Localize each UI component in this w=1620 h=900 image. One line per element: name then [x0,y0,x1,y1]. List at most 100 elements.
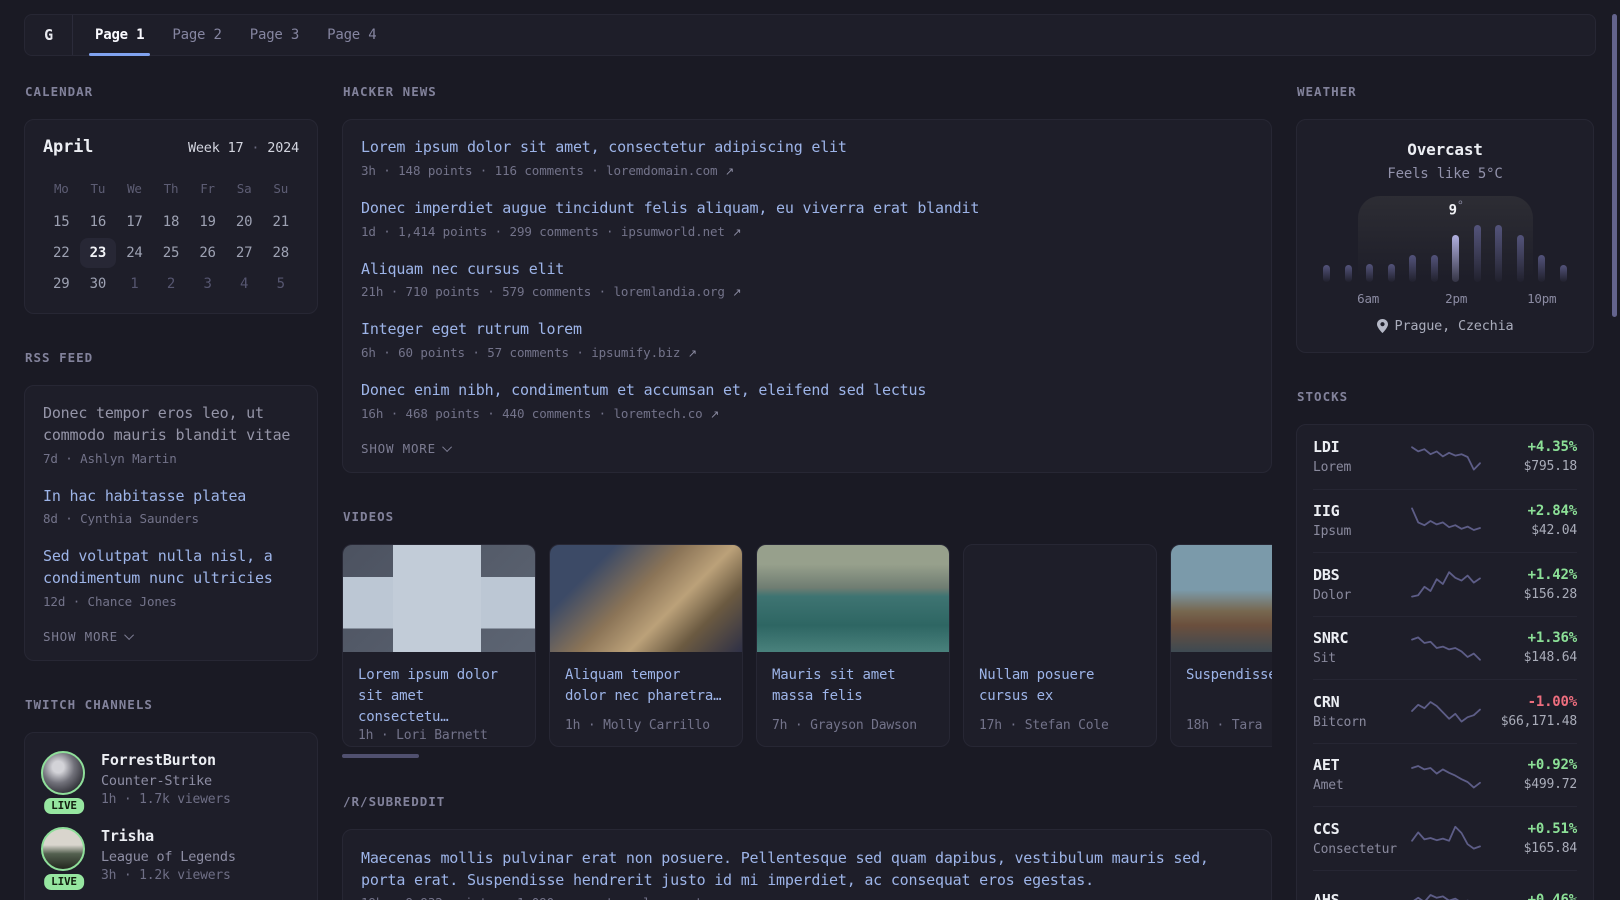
twitch-channel-row[interactable]: LIVE ForrestBurton Counter-Strike 1h · 1… [41,750,301,814]
twitch-channel-name[interactable]: ForrestBurton [101,751,231,769]
stock-row[interactable]: DBS Dolor +1.42% $156.28 [1313,552,1577,616]
video-card[interactable]: Lorem ipsum dolor sit amet consectetu… 1… [342,543,536,747]
videos-carousel[interactable]: Lorem ipsum dolor sit amet consectetu… 1… [342,543,1272,747]
calendar-day[interactable]: 26 [189,238,226,268]
subreddit-card: Maecenas mollis pulvinar erat non posuer… [342,828,1272,900]
hn-show-more-button[interactable]: SHOW MORE [361,441,1253,456]
video-title[interactable]: Nullam posuere cursus ex [964,652,1156,707]
calendar-card: April Week 17 · 2024 Mo Tu We Th Fr Sa S… [24,119,318,314]
calendar-day-next-month[interactable]: 4 [226,269,263,299]
calendar-day[interactable]: 22 [43,238,80,268]
stock-row[interactable]: LDI Lorem +4.35% $795.18 [1313,425,1577,489]
tab-page-4[interactable]: Page 4 [313,15,390,55]
tab-page-1[interactable]: Page 1 [81,15,158,56]
rss-item-title[interactable]: In hac habitasse platea [43,486,299,508]
rss-item-meta: 12d · Chance Jones [43,593,177,609]
stock-change: +0.46% [1527,891,1578,900]
calendar-day[interactable]: 18 [153,207,190,237]
calendar-day[interactable]: 25 [153,238,190,268]
page-scrollbar[interactable] [1612,14,1617,317]
day-header: Fr [200,181,215,196]
stock-sparkline [1411,446,1481,471]
hn-section-label: HACKER NEWS [343,84,437,99]
video-card[interactable]: Aliquam tempor dolor nec pharetra… 1h · … [549,543,743,747]
calendar-day[interactable]: 28 [262,238,299,268]
day-header: Mo [53,181,69,196]
weather-section-label: WEATHER [1297,84,1357,99]
hn-item-title[interactable]: Lorem ipsum dolor sit amet, consectetur … [361,137,1253,159]
reddit-post-title[interactable]: Maecenas mollis pulvinar erat non posuer… [361,848,1253,892]
video-title[interactable]: Aliquam tempor dolor nec pharetra… [550,652,742,707]
hn-item-title[interactable]: Integer eget rutrum lorem [361,319,1253,341]
twitch-channel-row[interactable]: LIVE Trisha League of Legends 3h · 1.2k … [41,826,301,890]
tab-page-3[interactable]: Page 3 [236,15,313,55]
stock-name: Bitcorn [1313,714,1367,730]
twitch-channel-name[interactable]: Trisha [101,827,236,845]
stock-row[interactable]: AHS +0.46% [1313,869,1578,900]
video-card[interactable]: Nullam posuere cursus ex 17h · Stefan Co… [963,543,1157,747]
calendar-day-next-month[interactable]: 1 [116,269,153,299]
stock-price: $66,171.48 [1500,713,1577,729]
hn-item-title[interactable]: Donec imperdiet augue tincidunt felis al… [361,198,1253,220]
twitch-channel-category[interactable]: Counter-Strike [101,773,231,789]
calendar-day[interactable]: 17 [116,207,153,237]
video-thumbnail[interactable] [343,544,535,652]
calendar-day[interactable]: 24 [116,238,153,268]
video-thumbnail[interactable] [1171,544,1272,652]
weather-location[interactable]: Prague, Czechia [1319,318,1571,334]
calendar-day[interactable]: 21 [262,207,299,237]
chevron-down-icon [442,441,452,452]
calendar-day[interactable]: 29 [43,269,80,299]
external-link-icon: ↗ [724,164,734,178]
stock-row[interactable]: CRN Bitcorn -1.00% $66,171.48 [1313,679,1577,743]
calendar-day-next-month[interactable]: 5 [262,269,299,299]
calendar-day[interactable]: 20 [226,207,263,237]
video-title[interactable]: Mauris sit amet massa felis [757,652,949,707]
video-thumbnail[interactable] [550,544,742,652]
temp-bar [1473,225,1481,282]
rss-item-title[interactable]: Sed volutpat nulla nisl, a condimentum n… [43,546,299,590]
stock-change: +1.36% [1527,630,1578,647]
calendar-widget: CALENDAR April Week 17 · 2024 Mo Tu We T… [24,84,318,314]
stock-row[interactable]: CCS Consectetur +0.51% $165.84 [1313,806,1577,870]
video-title[interactable]: Lorem ipsum dolor sit amet consectetu… [343,652,535,728]
rss-item-meta: 7d · Ashlyn Martin [43,450,177,466]
stock-change: +0.51% [1527,820,1578,837]
hn-item-title[interactable]: Donec enim nibh, condimentum et accumsan… [361,380,1253,402]
temp-bar [1516,235,1524,282]
stock-sparkline [1412,893,1470,900]
external-link-icon: ↗ [732,286,742,300]
video-title[interactable]: Suspendisse diam [1171,652,1272,686]
video-thumbnail[interactable] [757,544,949,652]
rss-section-label: RSS FEED [25,350,94,365]
video-card[interactable]: Suspendisse diam 18h · Tara [1170,543,1272,747]
calendar-day[interactable]: 30 [80,269,117,299]
video-thumbnail[interactable] [964,545,1156,652]
rss-item-title[interactable]: Donec tempor eros leo, ut commodo mauris… [43,403,299,447]
calendar-day-selected[interactable]: 23 [79,238,117,268]
day-header: Sa [236,181,252,196]
rss-show-more-button[interactable]: SHOW MORE [43,629,299,644]
weather-feels-like: Feels like 5°C [1387,166,1503,182]
stock-change: +4.35% [1527,439,1578,456]
left-column: CALENDAR April Week 17 · 2024 Mo Tu We T… [24,84,318,900]
calendar-day[interactable]: 15 [43,207,80,237]
stock-name: Amet [1313,778,1344,794]
right-column: WEATHER Overcast Feels like 5°C 9° 6am 2… [1296,84,1594,900]
calendar-day[interactable]: 27 [226,238,263,268]
location-pin-icon [1376,319,1388,333]
temp-bar [1409,255,1417,282]
calendar-day[interactable]: 16 [80,207,117,237]
app-logo[interactable]: G [25,15,73,55]
calendar-day-next-month[interactable]: 2 [153,269,190,299]
twitch-channel-category[interactable]: League of Legends [101,849,236,865]
stock-row[interactable]: IIG Ipsum +2.84% $42.04 [1313,488,1577,553]
stock-row[interactable]: AET Amet +0.92% $499.72 [1313,742,1577,807]
carousel-scrollbar[interactable] [342,753,419,758]
calendar-day[interactable]: 19 [189,207,226,237]
hn-item-title[interactable]: Aliquam nec cursus elit [361,259,1253,281]
tab-page-2[interactable]: Page 2 [158,15,235,55]
video-card[interactable]: Mauris sit amet massa felis 7h · Grayson… [756,543,950,747]
calendar-day-next-month[interactable]: 3 [189,269,226,299]
stock-row[interactable]: SNRC Sit +1.36% $148.64 [1313,615,1578,680]
